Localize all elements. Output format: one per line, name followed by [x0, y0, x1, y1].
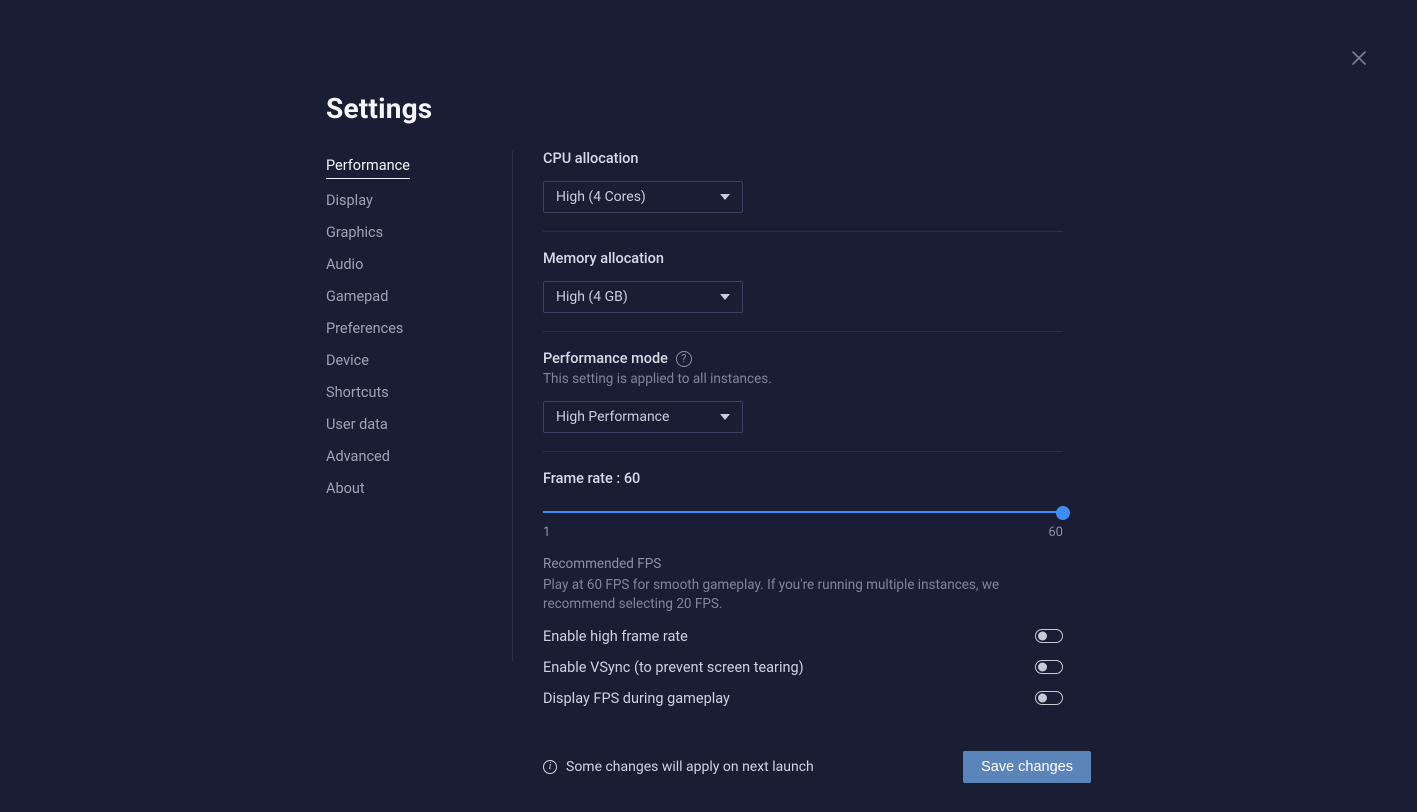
divider: [543, 331, 1063, 332]
info-icon: i: [543, 760, 557, 774]
cpu-allocation-label: CPU allocation: [543, 150, 1063, 167]
sidebar: Performance Display Graphics Audio Gamep…: [326, 156, 496, 499]
sidebar-item-preferences[interactable]: Preferences: [326, 319, 403, 339]
display-fps-toggle[interactable]: [1035, 691, 1063, 705]
enable-vsync-label: Enable VSync (to prevent screen tearing): [543, 659, 804, 676]
footer-info: Some changes will apply on next launch: [566, 759, 814, 775]
chevron-down-icon: [720, 294, 730, 300]
performance-mode-hint: This setting is applied to all instances…: [543, 371, 1063, 387]
memory-allocation-label: Memory allocation: [543, 250, 1063, 267]
memory-allocation-select[interactable]: High (4 GB): [543, 281, 743, 313]
frame-rate-slider[interactable]: [543, 501, 1063, 525]
sidebar-item-device[interactable]: Device: [326, 351, 369, 371]
sidebar-item-audio[interactable]: Audio: [326, 255, 363, 275]
sidebar-item-gamepad[interactable]: Gamepad: [326, 287, 388, 307]
sidebar-item-performance[interactable]: Performance: [326, 156, 410, 179]
divider: [543, 231, 1063, 232]
help-icon[interactable]: ?: [676, 351, 692, 367]
performance-mode-label: Performance mode: [543, 350, 668, 367]
enable-vsync-toggle[interactable]: [1035, 660, 1063, 674]
display-fps-label: Display FPS during gameplay: [543, 690, 730, 707]
settings-content: CPU allocation High (4 Cores) Memory all…: [543, 150, 1063, 783]
recommended-fps-hint: Play at 60 FPS for smooth gameplay. If y…: [543, 576, 1063, 614]
vertical-divider: [512, 151, 513, 661]
frame-rate-min: 1: [543, 525, 550, 540]
close-icon[interactable]: [1349, 48, 1369, 68]
performance-mode-select[interactable]: High Performance: [543, 401, 743, 433]
enable-high-frame-label: Enable high frame rate: [543, 628, 688, 645]
chevron-down-icon: [720, 414, 730, 420]
slider-track: [543, 511, 1063, 513]
slider-thumb[interactable]: [1056, 506, 1070, 520]
save-changes-button[interactable]: Save changes: [963, 751, 1091, 783]
enable-high-frame-toggle[interactable]: [1035, 629, 1063, 643]
sidebar-item-advanced[interactable]: Advanced: [326, 447, 390, 467]
sidebar-item-about[interactable]: About: [326, 479, 365, 499]
divider: [543, 451, 1063, 452]
sidebar-item-shortcuts[interactable]: Shortcuts: [326, 383, 389, 403]
chevron-down-icon: [720, 194, 730, 200]
recommended-fps-label: Recommended FPS: [543, 556, 1063, 572]
sidebar-item-user-data[interactable]: User data: [326, 415, 388, 435]
cpu-allocation-select[interactable]: High (4 Cores): [543, 181, 743, 213]
sidebar-item-display[interactable]: Display: [326, 191, 373, 211]
frame-rate-label: Frame rate : 60: [543, 470, 1063, 487]
performance-mode-value: High Performance: [556, 409, 669, 425]
page-title: Settings: [326, 92, 432, 125]
sidebar-item-graphics[interactable]: Graphics: [326, 223, 383, 243]
frame-rate-max: 60: [1048, 525, 1063, 540]
memory-allocation-value: High (4 GB): [556, 289, 628, 305]
cpu-allocation-value: High (4 Cores): [556, 189, 646, 205]
